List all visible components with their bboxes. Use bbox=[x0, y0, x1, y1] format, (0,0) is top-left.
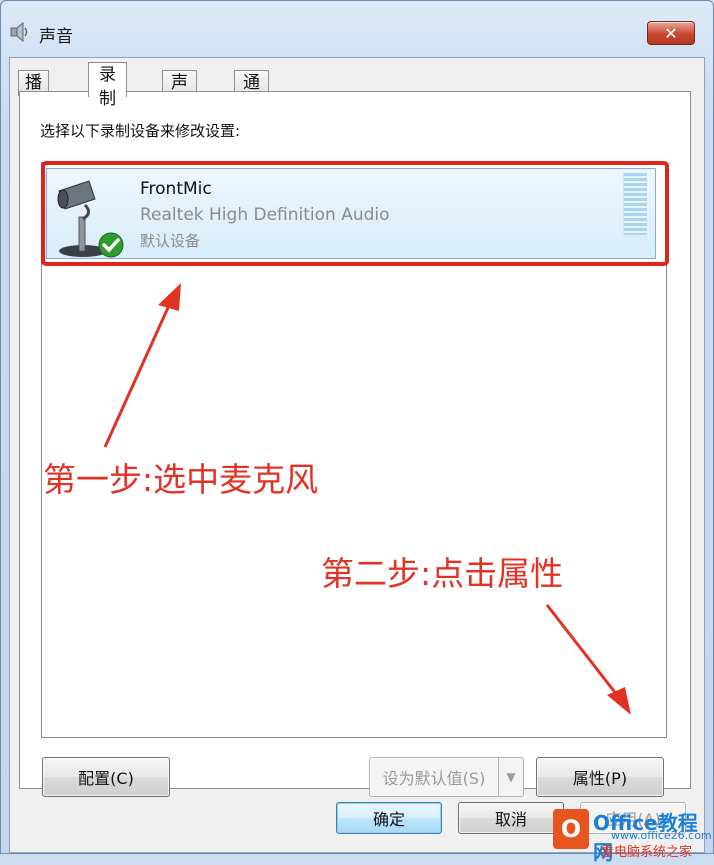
chevron-down-icon: ▼ bbox=[506, 770, 516, 784]
tab-label: 录制 bbox=[99, 65, 116, 109]
cancel-label: 取消 bbox=[494, 810, 527, 829]
properties-label: 属性(P) bbox=[572, 769, 628, 788]
configure-button[interactable]: 配置(C) bbox=[42, 757, 170, 797]
ok-button[interactable]: 确定 bbox=[336, 802, 442, 834]
close-button[interactable]: ✕ bbox=[647, 21, 695, 45]
office-logo: O bbox=[553, 809, 589, 849]
set-default-button[interactable]: 设为默认值(S) bbox=[369, 757, 499, 797]
set-default-dropdown[interactable]: ▼ bbox=[498, 757, 524, 797]
watermark-sub: 看电脑系统之家 bbox=[601, 845, 693, 860]
instruction-text: 选择以下录制设备来修改设置: bbox=[40, 122, 241, 140]
title-bar: 声音 ✕ bbox=[1, 1, 713, 55]
tab-recording[interactable]: 录制 bbox=[88, 62, 127, 109]
speaker-icon bbox=[10, 21, 28, 43]
properties-button[interactable]: 属性(P) bbox=[536, 757, 664, 797]
watermark: O Office教程网 www.office26.com 看电脑系统之家 bbox=[549, 805, 714, 864]
set-default-label: 设为默认值(S) bbox=[382, 769, 486, 788]
step1-annotation: 第一步:选中麦克风 bbox=[43, 460, 319, 499]
selection-highlight bbox=[41, 161, 669, 266]
window-title: 声音 bbox=[39, 27, 73, 47]
sound-dialog: 声音 ✕ 播放 录制 声音 通信 选择以下录制设备来修改设置: bbox=[0, 0, 714, 864]
step2-annotation: 第二步:点击属性 bbox=[321, 554, 564, 593]
configure-label: 配置(C) bbox=[78, 769, 134, 788]
close-icon: ✕ bbox=[664, 23, 678, 43]
ok-label: 确定 bbox=[372, 810, 405, 829]
